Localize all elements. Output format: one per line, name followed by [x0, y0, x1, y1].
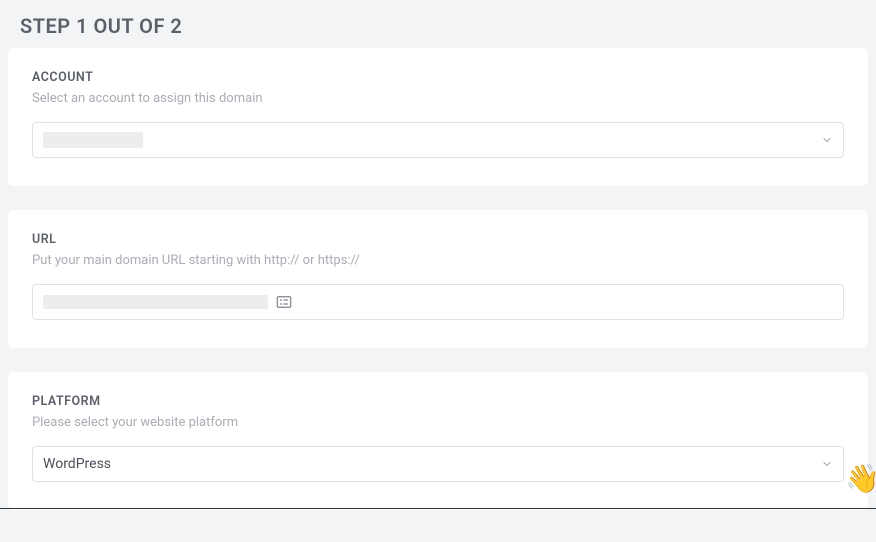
platform-card: PLATFORM Please select your website plat… [8, 372, 868, 510]
platform-helper: Please select your website platform [32, 415, 844, 430]
url-label: URL [32, 232, 844, 247]
url-helper: Put your main domain URL starting with h… [32, 253, 844, 268]
chevron-down-icon [821, 134, 833, 146]
account-card: ACCOUNT Select an account to assign this… [8, 48, 868, 186]
redacted-account-value [43, 132, 143, 148]
account-helper: Select an account to assign this domain [32, 91, 844, 106]
platform-select-value: WordPress [43, 456, 821, 472]
account-label: ACCOUNT [32, 70, 844, 85]
chevron-down-icon [821, 458, 833, 470]
url-card: URL Put your main domain URL starting wi… [8, 210, 868, 348]
url-input-wrapper[interactable] [32, 284, 844, 320]
platform-label: PLATFORM [32, 394, 844, 409]
redacted-url-value [43, 295, 268, 309]
account-select[interactable] [32, 122, 844, 158]
platform-select[interactable]: WordPress [32, 446, 844, 482]
step-title: STEP 1 OUT OF 2 [8, 8, 868, 48]
form-autofill-icon[interactable] [276, 295, 292, 309]
account-select-value [43, 132, 821, 148]
